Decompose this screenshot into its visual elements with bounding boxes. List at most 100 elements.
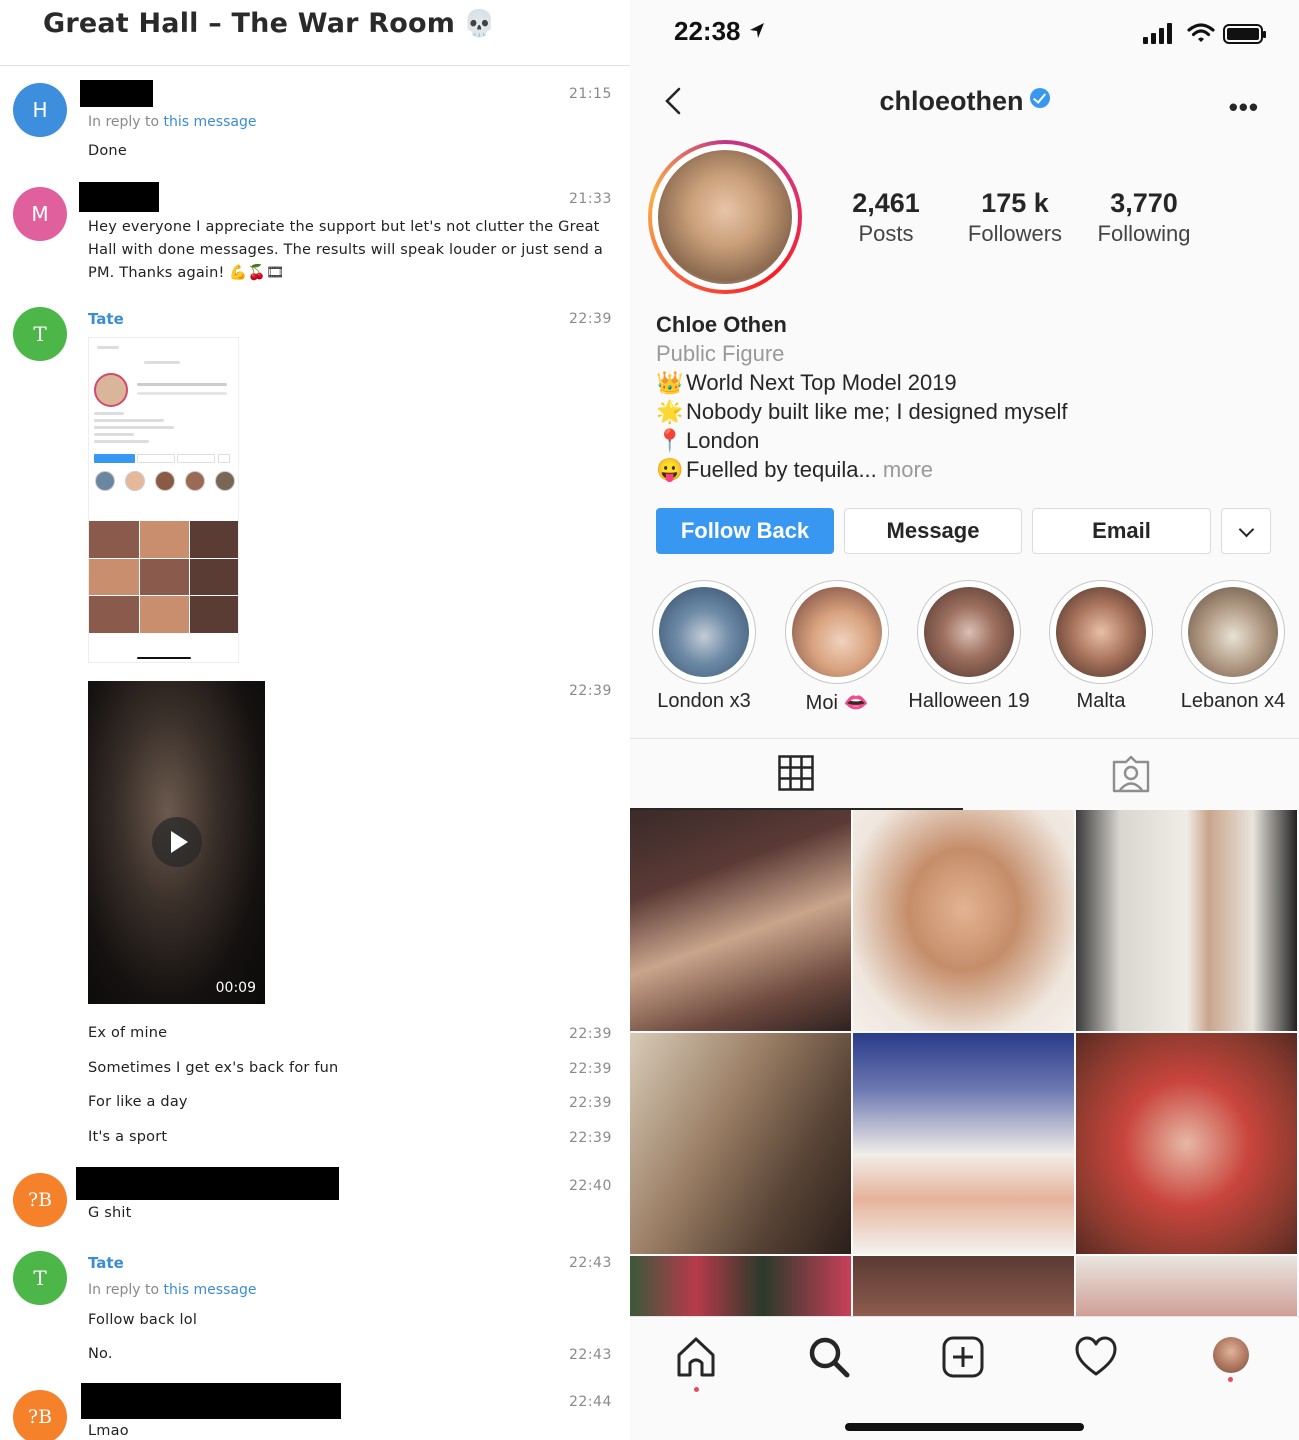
bio-more-link[interactable]: more — [883, 457, 933, 482]
message-text: It's a sport — [88, 1129, 168, 1145]
location-arrow-icon — [749, 23, 764, 38]
reply-reference: In reply to this message — [88, 114, 256, 130]
chat-title: Great Hall – The War Room 💀 — [43, 8, 496, 39]
add-post-icon[interactable] — [941, 1335, 985, 1379]
video-attachment[interactable]: 00:09 — [88, 681, 265, 1004]
bio-text: Nobody built like me; I designed myself — [686, 399, 1068, 424]
crown-emoji: 👑 — [656, 370, 684, 395]
bio-line: 📍 London — [656, 428, 759, 454]
post-thumbnail[interactable] — [630, 1256, 851, 1316]
highlight-label: London x3 — [657, 690, 751, 712]
message-text: Lmao — [88, 1423, 129, 1439]
message-time: 22:44 — [569, 1394, 612, 1410]
bio-text: London — [686, 428, 760, 453]
grid-icon[interactable] — [778, 755, 814, 791]
highlight-lebanon[interactable]: Lebanon x4 — [1181, 580, 1285, 713]
stat-label: Posts — [858, 221, 914, 246]
tongue-emoji: 😛 — [656, 457, 684, 482]
follow-back-button[interactable]: Follow Back — [656, 508, 834, 554]
post-thumbnail[interactable] — [1076, 1033, 1297, 1254]
stat-following[interactable]: 3,770 Following — [1074, 188, 1214, 247]
thumb-email-button — [177, 454, 215, 463]
highlight-moi[interactable]: Moi 👄 — [785, 580, 889, 715]
highlight-cover — [659, 587, 749, 677]
sender-name[interactable]: Tate — [88, 310, 124, 328]
pin-emoji: 📍 — [656, 428, 684, 453]
message-text: For like a day — [88, 1094, 188, 1110]
post-thumbnail[interactable] — [853, 1033, 1074, 1254]
home-icon[interactable] — [674, 1335, 718, 1379]
message-time: 21:15 — [569, 86, 612, 102]
status-time-text: 22:38 — [674, 16, 741, 46]
highlight-malta[interactable]: Malta — [1049, 580, 1153, 713]
message-time: 22:40 — [569, 1178, 612, 1194]
email-button[interactable]: Email — [1032, 508, 1211, 554]
redacted-sender — [79, 182, 159, 212]
post-grid — [630, 810, 1299, 1316]
avatar[interactable]: ?B — [13, 1173, 67, 1227]
chevron-down-icon[interactable] — [1221, 508, 1271, 554]
heart-icon[interactable] — [1074, 1335, 1118, 1379]
thumb-home-indicator — [137, 657, 191, 659]
thumb-bio — [94, 412, 124, 415]
highlight-halloween[interactable]: Halloween 19 — [908, 580, 1030, 713]
play-icon[interactable] — [152, 817, 202, 867]
thumb-highlight — [185, 471, 205, 491]
highlight-label: Lebanon x4 — [1180, 690, 1286, 712]
thumb-status — [97, 346, 119, 349]
avatar[interactable]: T — [13, 1251, 67, 1305]
post-thumbnail[interactable] — [630, 1033, 851, 1254]
post-thumbnail[interactable] — [630, 810, 851, 1031]
bottom-nav — [630, 1316, 1299, 1440]
thumb-profile-pic — [94, 373, 128, 407]
avatar[interactable]: M — [13, 187, 67, 241]
more-options-icon[interactable]: ••• — [1229, 92, 1259, 123]
highlight-london[interactable]: London x3 — [652, 580, 756, 713]
bio-line: 👑 World Next Top Model 2019 — [656, 370, 957, 396]
message-time: 22:39 — [569, 1095, 612, 1111]
reply-prefix: In reply to — [88, 1282, 160, 1298]
reply-link[interactable]: this message — [164, 114, 257, 130]
reply-prefix: In reply to — [88, 114, 160, 130]
thumb-highlight — [155, 471, 175, 491]
stat-posts[interactable]: 2,461 Posts — [816, 188, 956, 247]
chat-title-text: Great Hall – The War Room — [43, 8, 456, 39]
stat-value: 175 k — [981, 188, 1049, 218]
post-thumbnail[interactable] — [853, 1256, 1074, 1316]
message-time: 22:39 — [569, 1026, 612, 1042]
search-icon[interactable] — [807, 1335, 851, 1379]
highlight-label: Halloween 19 — [908, 690, 1030, 712]
message-text: Hey everyone I appreciate the support bu… — [88, 219, 603, 281]
sender-name[interactable]: Tate — [88, 1254, 124, 1272]
status-time: 22:38 — [674, 16, 766, 47]
stat-followers[interactable]: 175 k Followers — [945, 188, 1085, 247]
highlight-label: Malta — [1076, 690, 1126, 712]
profile-tab-avatar[interactable] — [1213, 1337, 1249, 1373]
video-duration: 00:09 — [215, 980, 256, 996]
reply-link[interactable]: this message — [164, 1282, 257, 1298]
thumb-bio — [94, 426, 174, 429]
message-time: 22:43 — [569, 1255, 612, 1271]
highlight-cover — [1056, 587, 1146, 677]
profile-picture[interactable] — [648, 140, 802, 294]
thumb-username — [144, 361, 180, 364]
message-button[interactable]: Message — [844, 508, 1022, 554]
message-time: 22:39 — [569, 683, 612, 699]
battery-icon — [1223, 24, 1266, 44]
message-text: Ex of mine — [88, 1025, 168, 1041]
post-thumbnail[interactable] — [1076, 1256, 1297, 1316]
thumb-highlight — [125, 471, 145, 491]
message-text: No. — [88, 1346, 113, 1362]
message-time: 22:39 — [569, 311, 612, 327]
avatar[interactable]: H — [13, 83, 67, 137]
post-thumbnail[interactable] — [853, 810, 1074, 1031]
bio-line: 😛 Fuelled by tequila... more — [656, 457, 933, 483]
post-thumbnail[interactable] — [1076, 810, 1297, 1031]
highlight-label: Moi 👄 — [805, 692, 869, 714]
avatar[interactable]: T — [13, 307, 67, 361]
tagged-icon[interactable] — [1111, 755, 1151, 793]
screenshot-attachment[interactable] — [88, 337, 239, 663]
highlight-cover — [1188, 587, 1278, 677]
home-indicator[interactable] — [845, 1423, 1084, 1431]
avatar[interactable]: ?B — [13, 1390, 67, 1440]
